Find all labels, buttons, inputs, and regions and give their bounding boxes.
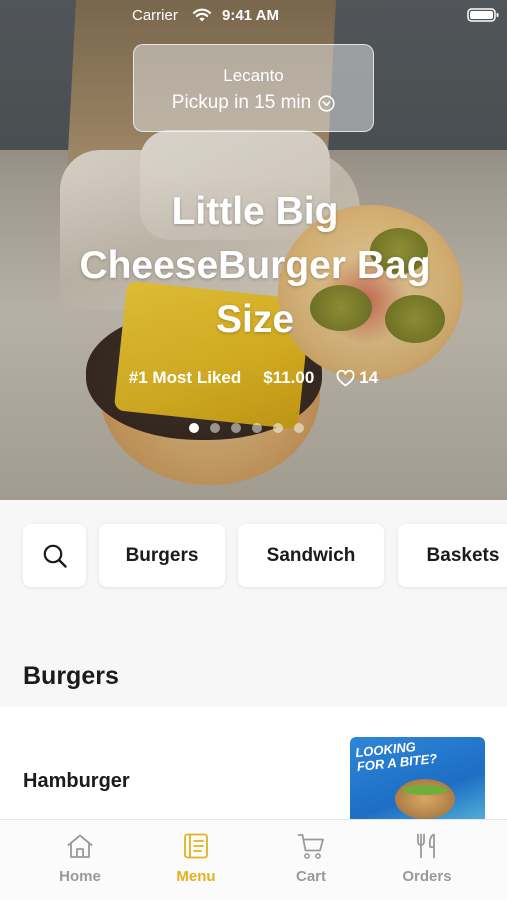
cart-icon bbox=[297, 834, 324, 859]
home-icon bbox=[67, 834, 93, 858]
tab-cart-label: Cart bbox=[295, 868, 326, 885]
item-name: Hamburger bbox=[23, 770, 130, 792]
menu-list: Hamburger LOOKING FOR A BITE? bbox=[0, 707, 507, 827]
category-bar: Burgers Sandwich Baskets bbox=[0, 500, 507, 650]
category-chip-sandwich[interactable]: Sandwich bbox=[238, 524, 384, 587]
fork-knife-icon bbox=[417, 833, 435, 859]
search-button[interactable] bbox=[23, 524, 86, 587]
likes-count: 14 bbox=[359, 368, 379, 387]
tab-menu-label: Menu bbox=[176, 868, 216, 885]
carousel-dot[interactable] bbox=[231, 423, 241, 433]
category-chip-baskets[interactable]: Baskets bbox=[398, 524, 507, 587]
category-chip-burgers[interactable]: Burgers bbox=[99, 524, 225, 587]
search-icon bbox=[43, 544, 67, 568]
pickup-time-label: Pickup in 15 min bbox=[171, 92, 312, 113]
status-bar: Carrier 9:41 AM bbox=[0, 0, 507, 30]
wifi-icon bbox=[192, 8, 212, 22]
tab-orders-label: Orders bbox=[402, 868, 452, 885]
location-selector[interactable]: Lecanto Pickup in 15 min bbox=[133, 44, 374, 132]
featured-price: $11.00 bbox=[263, 368, 315, 387]
pickup-time: Pickup in 15 min bbox=[172, 92, 335, 114]
featured-rank: #1 Most Liked bbox=[128, 368, 242, 387]
tab-home[interactable]: Home bbox=[30, 832, 130, 885]
tab-bar: Home Menu Cart Orders bbox=[0, 819, 507, 900]
carousel-dot[interactable] bbox=[210, 423, 220, 433]
carousel-dot[interactable] bbox=[252, 423, 262, 433]
carousel-dot[interactable] bbox=[294, 423, 304, 433]
featured-title: Little Big CheeseBurger Bag Size bbox=[79, 190, 431, 341]
item-image: LOOKING FOR A BITE? bbox=[350, 737, 485, 827]
location-name: Lecanto bbox=[223, 66, 284, 85]
tab-orders[interactable]: Orders bbox=[377, 832, 477, 885]
chevron-down-circle-icon bbox=[318, 94, 335, 112]
promo-lettuce bbox=[402, 785, 448, 795]
promo-text: LOOKING FOR A BITE? bbox=[355, 738, 438, 774]
carousel-dots[interactable] bbox=[189, 423, 304, 433]
battery-icon bbox=[467, 8, 499, 22]
featured-meta: #1 Most Liked $11.00 14 bbox=[0, 368, 507, 388]
section-title: Burgers bbox=[23, 662, 119, 690]
tab-cart[interactable]: Cart bbox=[261, 832, 361, 885]
tab-home-label: Home bbox=[59, 868, 101, 885]
carousel-dot[interactable] bbox=[189, 423, 199, 433]
menu-book-icon bbox=[184, 833, 208, 859]
featured-hero[interactable]: Carrier 9:41 AM Lecanto Pickup in 15 min… bbox=[0, 0, 507, 500]
carousel-dot[interactable] bbox=[273, 423, 283, 433]
heart-icon bbox=[336, 369, 355, 386]
tab-menu[interactable]: Menu bbox=[146, 832, 246, 885]
carrier-label: Carrier bbox=[132, 7, 178, 24]
featured-likes[interactable]: 14 bbox=[336, 368, 378, 388]
clock: 9:41 AM bbox=[222, 7, 279, 24]
